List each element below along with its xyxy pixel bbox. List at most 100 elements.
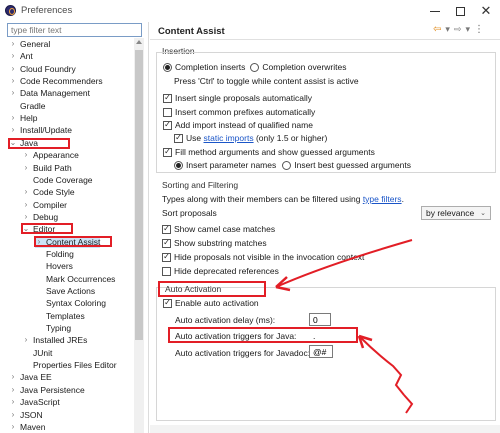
checkbox-icon[interactable]	[162, 252, 171, 262]
bottom-scrollbar[interactable]	[150, 425, 500, 433]
chevron-right-icon[interactable]: ›	[9, 409, 17, 421]
tree-item[interactable]: Gradle	[9, 100, 46, 112]
chevron-right-icon[interactable]: ›	[22, 162, 30, 174]
tree-item[interactable]: › Appearance	[22, 149, 79, 161]
fill-args-checkbox[interactable]: Fill method arguments and show guessed a…	[163, 146, 375, 158]
checkbox-icon[interactable]	[174, 133, 183, 143]
tree-item[interactable]: Templates	[35, 310, 85, 322]
use-static-imports-checkbox[interactable]: Use static imports (only 1.5 or higher)	[174, 132, 327, 144]
completion-inserts-radio[interactable]: Completion inserts Completion overwrites	[163, 61, 346, 73]
show-camel-checkbox[interactable]: Show camel case matches	[162, 223, 275, 235]
show-substring-checkbox[interactable]: Show substring matches	[162, 237, 267, 249]
tree-item[interactable]: › Code Recommenders	[9, 75, 103, 87]
static-imports-link[interactable]: static imports	[204, 133, 254, 143]
minimize-button[interactable]	[427, 3, 443, 19]
insert-best-guessed-radio[interactable]	[282, 160, 292, 170]
type-filters-link[interactable]: type filters	[363, 194, 402, 204]
sort-proposals-select[interactable]: by relevance ⌄	[421, 206, 491, 220]
tree-item[interactable]: Code Coverage	[22, 174, 93, 186]
tree-item[interactable]: JUnit	[22, 347, 52, 359]
checkbox-icon[interactable]	[163, 147, 172, 157]
tree-item[interactable]: › Help	[9, 112, 38, 124]
tree-item[interactable]: Properties Files Editor	[22, 359, 117, 371]
tree-item[interactable]: › Debug	[22, 211, 58, 223]
insert-single-checkbox[interactable]: Insert single proposals automatically	[163, 92, 312, 104]
tree-item[interactable]: › Install/Update	[9, 124, 72, 136]
radio-icon[interactable]	[174, 160, 183, 170]
chevron-right-icon[interactable]: ›	[22, 186, 30, 198]
forward-dropdown-icon[interactable]: ▾	[465, 24, 470, 35]
chevron-right-icon[interactable]: ›	[9, 371, 17, 383]
tree-item-label: Syntax Coloring	[46, 298, 107, 309]
tree-item[interactable]: Hovers	[35, 260, 73, 272]
tree-item[interactable]: › General	[9, 38, 51, 50]
tree-item[interactable]: › Maven	[9, 421, 46, 433]
tree-item-label: Data Management	[20, 88, 90, 99]
chevron-right-icon[interactable]: ›	[9, 87, 17, 99]
tree-item[interactable]: › Data Management	[9, 87, 90, 99]
radio-icon[interactable]	[163, 62, 172, 72]
checkbox-icon[interactable]	[162, 238, 171, 248]
chevron-right-icon[interactable]: ›	[9, 63, 17, 75]
chevron-right-icon[interactable]: ›	[9, 421, 17, 433]
minimize-icon	[430, 10, 440, 12]
chevron-right-icon[interactable]: ›	[9, 384, 17, 396]
tree-item[interactable]: › Ant	[9, 50, 33, 62]
chevron-right-icon[interactable]: ›	[22, 334, 30, 346]
tree-item[interactable]: › Code Style	[22, 186, 75, 198]
chevron-right-icon[interactable]: ›	[9, 124, 17, 136]
tree-item[interactable]: › Compiler	[22, 199, 67, 211]
checkbox-icon[interactable]	[163, 93, 172, 103]
tree-item[interactable]: › Java Persistence	[9, 384, 85, 396]
chevron-right-icon[interactable]: ›	[9, 50, 17, 62]
add-import-checkbox[interactable]: Add import instead of qualified name	[163, 119, 313, 131]
checkbox-icon[interactable]	[163, 120, 172, 130]
back-icon[interactable]: ⇦	[433, 24, 441, 35]
tree-item-label: Code Coverage	[33, 174, 93, 185]
back-dropdown-icon[interactable]: ▾	[445, 24, 450, 35]
tree-item[interactable]: Syntax Coloring	[35, 297, 106, 309]
tree-item[interactable]: Save Actions	[35, 285, 95, 297]
maximize-button[interactable]	[452, 3, 468, 19]
tree-scrollbar[interactable]	[134, 38, 144, 433]
checkbox-icon[interactable]	[163, 107, 172, 117]
delay-input[interactable]	[309, 313, 331, 326]
filter-input[interactable]	[7, 23, 142, 37]
checkbox-icon[interactable]	[162, 266, 171, 276]
tree-item[interactable]: › Build Path	[22, 162, 72, 174]
tree-item-label: JavaScript	[20, 397, 60, 408]
tree-item[interactable]: › JSON	[9, 409, 43, 421]
chevron-right-icon[interactable]: ›	[22, 149, 30, 161]
scroll-thumb[interactable]	[135, 50, 143, 340]
tree-item[interactable]: Typing	[35, 322, 71, 334]
tree-item[interactable]: Folding	[35, 248, 74, 260]
chevron-right-icon[interactable]: ›	[9, 38, 17, 50]
tree-item[interactable]: › Java EE	[9, 371, 52, 383]
tree-item-label: Hovers	[46, 261, 73, 272]
hide-not-visible-checkbox[interactable]: Hide proposals not visible in the invoca…	[162, 251, 364, 263]
tree-item[interactable]: › JavaScript	[9, 396, 60, 408]
forward-icon[interactable]: ⇨	[454, 24, 462, 35]
chevron-right-icon[interactable]: ›	[9, 112, 17, 124]
hide-deprecated-checkbox[interactable]: Hide deprecated references	[162, 265, 279, 277]
enable-auto-activation-checkbox[interactable]: Enable auto activation	[163, 297, 259, 309]
checkbox-icon[interactable]	[163, 298, 172, 308]
insert-param-names-radio[interactable]: Insert parameter names Insert best guess…	[174, 159, 411, 171]
tree-item[interactable]: Mark Occurrences	[35, 273, 115, 285]
java-triggers-highlight	[168, 327, 358, 343]
chevron-right-icon[interactable]: ›	[22, 199, 30, 211]
completion-overwrites-radio[interactable]	[250, 62, 260, 72]
scroll-up-icon[interactable]	[136, 40, 142, 44]
tree-item-label: Java Persistence	[20, 384, 85, 395]
insert-common-checkbox[interactable]: Insert common prefixes automatically	[163, 106, 315, 118]
close-button[interactable]: ✕	[478, 3, 494, 19]
maximize-icon	[455, 6, 465, 16]
checkbox-icon[interactable]	[162, 224, 171, 234]
javadoc-triggers-input[interactable]	[309, 345, 333, 358]
chevron-right-icon[interactable]: ›	[22, 211, 30, 223]
menu-icon[interactable]: ⋮	[474, 24, 485, 35]
chevron-right-icon[interactable]: ›	[9, 75, 17, 87]
chevron-right-icon[interactable]: ›	[9, 396, 17, 408]
tree-item[interactable]: › Cloud Foundry	[9, 63, 76, 75]
tree-item[interactable]: › Installed JREs	[22, 334, 88, 346]
